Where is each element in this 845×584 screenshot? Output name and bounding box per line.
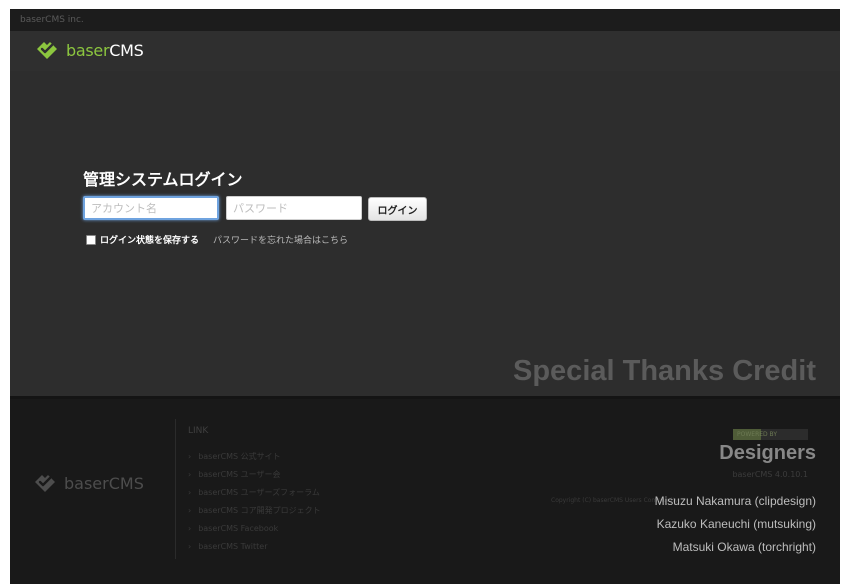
logo-wordmark: baserCMS — [66, 40, 144, 60]
login-area: 管理システムログイン ログイン ログイン状態を保存する パスワードを忘れた場合は… — [10, 71, 840, 396]
remember-label: ログイン状態を保存する — [100, 236, 200, 246]
designer-name: Misuzu Nakamura (clipdesign) — [654, 494, 816, 508]
login-button[interactable]: ログイン — [368, 197, 427, 221]
footer-link-users[interactable]: › baserCMS ユーザー会 — [188, 466, 321, 484]
version-text: baserCMS 4.0.10.1 — [732, 470, 808, 479]
footer-link-twitter[interactable]: › baserCMS Twitter — [188, 538, 321, 556]
login-title: 管理システムログイン — [83, 170, 243, 189]
credit-title: Special Thanks Credit — [513, 355, 816, 387]
footer-link-core-project[interactable]: › baserCMS コア開発プロジェクト — [188, 502, 321, 520]
footer-link-forum[interactable]: › baserCMS ユーザーズフォーラム — [188, 484, 321, 502]
header: baserCMS — [10, 31, 840, 71]
password-input[interactable] — [226, 196, 362, 220]
chevron-right-icon: › — [188, 542, 192, 551]
footer-link-facebook[interactable]: › baserCMS Facebook — [188, 520, 321, 538]
link-heading: LINK — [188, 426, 209, 436]
designers-heading: Designers — [719, 442, 816, 464]
app-frame: baserCMS inc. baserCMS 管理システムログイン ログイン ロ… — [10, 9, 840, 584]
link-list: LINK › baserCMS 公式サイト › baserCMS ユーザー会 › ba… — [175, 419, 321, 559]
basercms-logo[interactable]: baserCMS — [34, 39, 144, 61]
credit-footer: baserCMS LINK › baserCMS 公式サイト › baserCMS … — [10, 399, 840, 584]
chevron-right-icon: › — [188, 452, 192, 461]
account-input[interactable] — [83, 196, 219, 220]
forgot-password-link[interactable]: パスワードを忘れた場合はこちら — [213, 233, 348, 246]
chevron-right-icon: › — [188, 524, 192, 533]
basercms-logo-icon — [37, 42, 57, 59]
designer-name: Kazuko Kaneuchi (mutsuking) — [656, 517, 816, 531]
designer-list: Misuzu Nakamura (clipdesign) Kazuko Kane… — [655, 490, 816, 559]
powered-by-badge[interactable]: POWERED BY — [733, 429, 808, 440]
basercms-logo-icon — [35, 475, 55, 492]
chevron-right-icon: › — [188, 470, 192, 479]
top-bar: baserCMS inc. — [10, 9, 840, 31]
remember-login[interactable]: ログイン状態を保存する — [86, 233, 199, 246]
company-name[interactable]: baserCMS inc. — [20, 15, 84, 25]
footer-logo: baserCMS — [32, 472, 144, 494]
chevron-right-icon: › — [188, 488, 192, 497]
footer-link-official[interactable]: › baserCMS 公式サイト — [188, 448, 321, 466]
chevron-right-icon: › — [188, 506, 192, 515]
designer-name: Matsuki Okawa (torchright) — [672, 540, 816, 554]
footer-logo-wordmark: baserCMS — [64, 473, 144, 493]
remember-checkbox[interactable] — [86, 234, 96, 245]
